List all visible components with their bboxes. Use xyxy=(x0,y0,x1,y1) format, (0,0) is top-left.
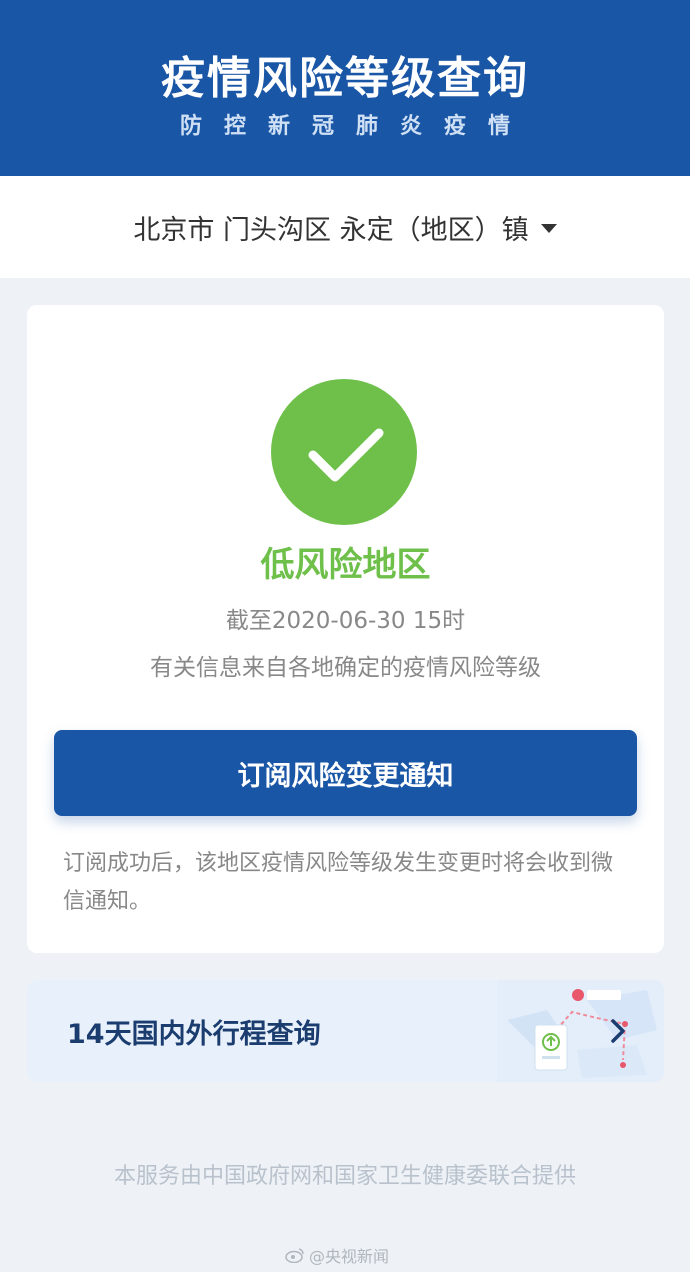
risk-level-label: 低风险地区 xyxy=(260,545,431,585)
info-source-text: 有关信息来自各地确定的疫情风险等级 xyxy=(150,655,541,681)
trip-query-label: 14天国内外行程查询 xyxy=(67,1019,321,1050)
update-time: 截至2020-06-30 15时 xyxy=(225,608,466,634)
chevron-right-icon xyxy=(611,1019,625,1043)
check-icon xyxy=(271,379,417,525)
footer-text: 本服务由中国政府网和国家卫生健康委联合提供 xyxy=(113,1164,576,1189)
weibo-icon xyxy=(285,1248,304,1263)
subscribe-button[interactable]: 订阅风险变更通知 xyxy=(54,730,637,816)
watermark: @央视新闻 xyxy=(285,1243,389,1267)
page-header: 疫情风险等级查询 防控新冠肺炎疫情 xyxy=(0,0,690,176)
page-subtitle: 防控新冠肺炎疫情 xyxy=(179,114,532,139)
caret-down-icon xyxy=(540,223,557,233)
location-selector[interactable]: 北京市 门头沟区 永定（地区）镇 xyxy=(0,176,690,278)
watermark-text: @央视新闻 xyxy=(309,1247,390,1266)
risk-status-card: 低风险地区 截至2020-06-30 15时 有关信息来自各地确定的疫情风险等级… xyxy=(27,305,664,953)
page-title: 疫情风险等级查询 xyxy=(161,53,529,104)
travel-map-icon xyxy=(497,980,664,1082)
trip-query-card[interactable]: 14天国内外行程查询 xyxy=(27,980,664,1082)
subscribe-note: 订阅成功后，该地区疫情风险等级发生变更时将会收到微信通知。 xyxy=(63,851,614,914)
location-text: 北京市 门头沟区 永定（地区）镇 xyxy=(133,214,529,246)
